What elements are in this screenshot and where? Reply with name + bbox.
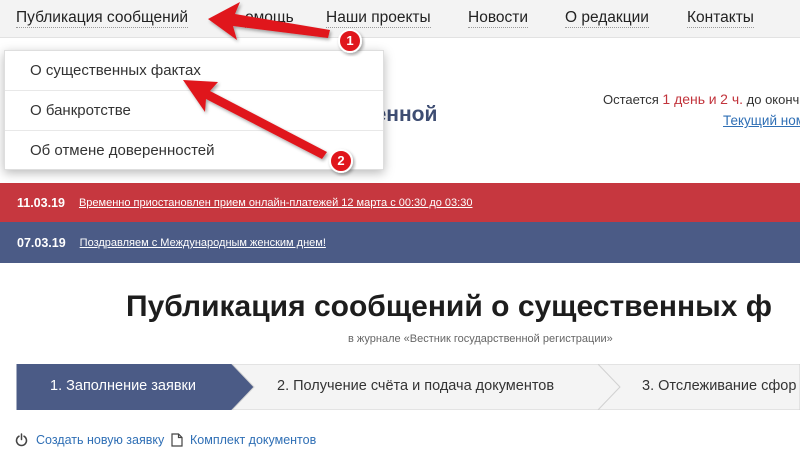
nav-item-projects[interactable]: Наши проекты — [326, 9, 431, 28]
news-band: 07.03.19 Поздравляем с Международным жен… — [0, 222, 800, 263]
nav-item-label: О редакции — [565, 9, 649, 28]
nav-item-help[interactable]: омощь — [245, 9, 294, 28]
deadline-hours: 2 ч. — [720, 91, 744, 107]
page-root: Публикация сообщений омощь Наши проекты … — [0, 0, 800, 464]
step-1-label[interactable]: 1. Заполнение заявки — [50, 378, 196, 394]
top-navigation: Публикация сообщений омощь Наши проекты … — [0, 0, 800, 38]
nav-item-about[interactable]: О редакции — [565, 9, 649, 28]
nav-item-label: Публикация сообщений — [16, 9, 189, 28]
dropdown-item-material-facts[interactable]: О существенных фактах — [5, 51, 383, 91]
steps-progress: 1. Заполнение заявки 2. Получение счёта … — [0, 364, 800, 410]
dropdown-item-power-of-attorney[interactable]: Об отмене доверенностей — [5, 131, 383, 171]
nav-item-publication[interactable]: Публикация сообщений — [16, 9, 189, 28]
deadline-and: и — [708, 91, 717, 107]
deadline-counter: Остается 1 день и 2 ч. до оконча — [603, 91, 800, 107]
news-date: 11.03.19 — [17, 195, 65, 210]
annotation-badge-1-label: 1 — [346, 33, 354, 48]
annotation-badge-2-label: 2 — [337, 153, 345, 168]
page-title: Публикация сообщений о существенных ф — [126, 290, 773, 323]
news-link[interactable]: Поздравляем с Международным женским днем… — [80, 237, 326, 249]
nav-item-label: Новости — [468, 9, 529, 28]
nav-item-label: Контакты — [687, 9, 754, 28]
step-3-label[interactable]: 3. Отслеживание сфор — [642, 378, 796, 394]
step-2-label[interactable]: 2. Получение счёта и подача документов — [277, 378, 554, 394]
nav-item-label: омощь — [245, 9, 294, 28]
documents-kit-link[interactable]: Комплект документов — [190, 433, 316, 447]
document-icon — [171, 433, 183, 447]
news-date: 07.03.19 — [17, 235, 66, 250]
nav-item-label: Наши проекты — [326, 9, 431, 28]
news-band: 11.03.19 Временно приостановлен прием он… — [0, 183, 800, 222]
power-icon — [15, 433, 28, 447]
deadline-suffix: до оконча — [746, 92, 800, 107]
current-issue-link[interactable]: Текущий ном — [723, 113, 800, 128]
news-link[interactable]: Временно приостановлен прием онлайн-плат… — [79, 197, 473, 209]
nav-item-news[interactable]: Новости — [468, 9, 529, 28]
create-request-link[interactable]: Создать новую заявку — [36, 433, 164, 447]
dropdown-item-bankruptcy[interactable]: О банкротстве — [5, 91, 383, 131]
deadline-days: 1 день — [662, 91, 706, 107]
deadline-prefix: Остается — [603, 92, 659, 107]
nav-item-contacts[interactable]: Контакты — [687, 9, 754, 28]
page-subtitle: в журнале «Вестник государственной регис… — [348, 333, 613, 345]
publication-dropdown-menu: О существенных фактах О банкротстве Об о… — [4, 50, 384, 170]
